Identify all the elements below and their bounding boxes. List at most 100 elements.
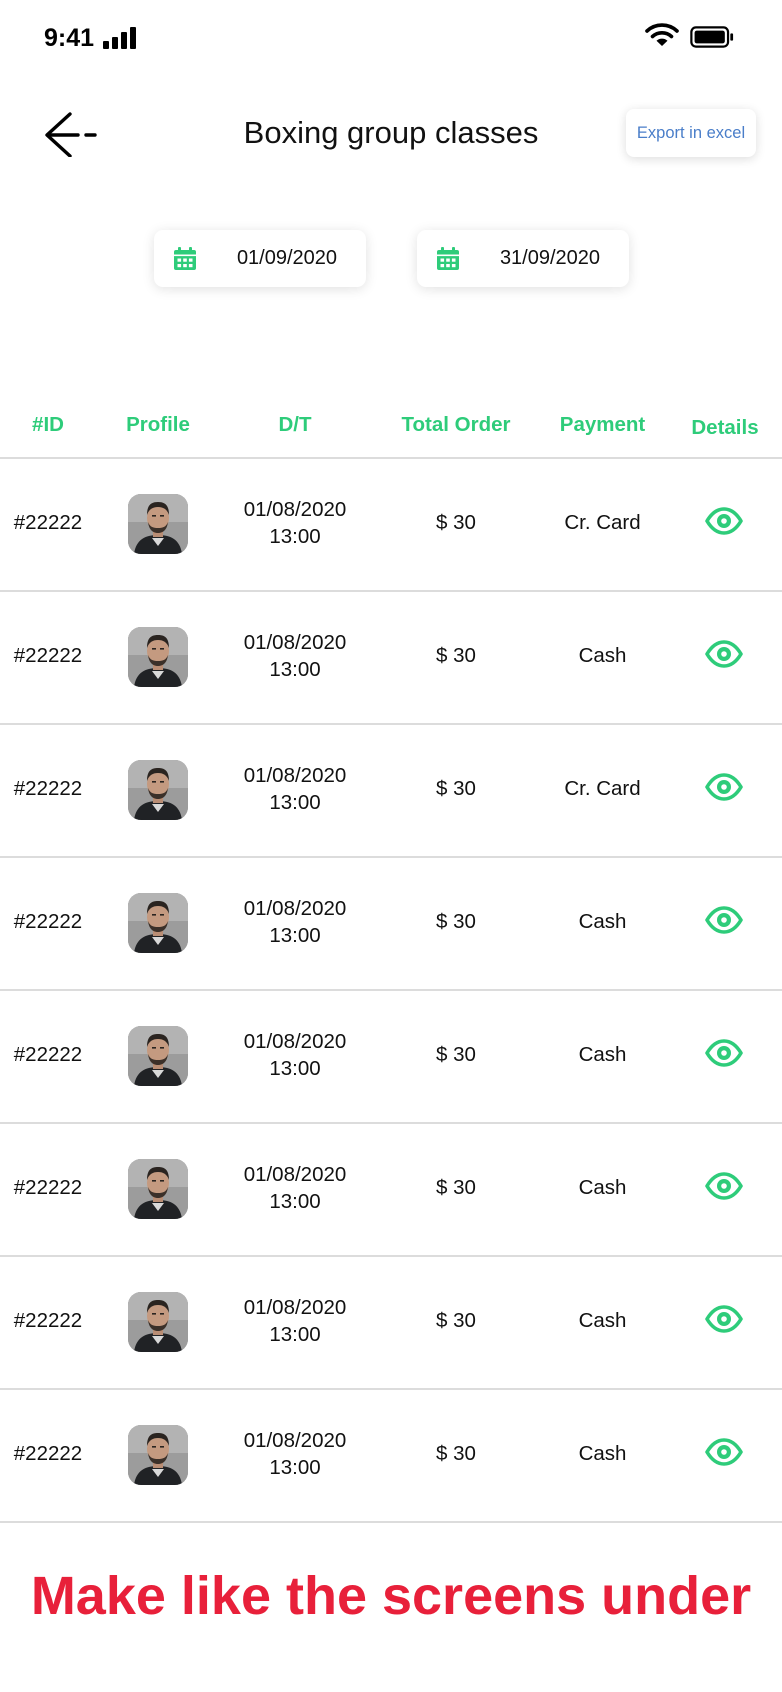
- avatar: [128, 1026, 188, 1086]
- avatar: [128, 494, 188, 554]
- view-details-button[interactable]: [705, 640, 743, 673]
- order-id: #22222: [13, 1043, 83, 1066]
- profile-photo: [128, 1292, 188, 1352]
- order-time: 13:00: [269, 924, 321, 947]
- order-total: $ 30: [436, 511, 476, 534]
- order-time: 13:00: [269, 525, 321, 548]
- eye-icon: [705, 1438, 743, 1466]
- avatar: [128, 760, 188, 820]
- order-date: 01/08/2020: [243, 1030, 347, 1053]
- table-row: #22222 01/08/2020 13:00 $ 30 Cash: [0, 592, 782, 725]
- order-total: $ 30: [436, 644, 476, 667]
- signal-icon: [103, 27, 137, 49]
- table-row: #22222 01/08/2020 13:00 $ 30 Cr. Card: [0, 725, 782, 858]
- column-header-profile: Profile: [126, 413, 190, 436]
- view-details-button[interactable]: [705, 773, 743, 806]
- order-total: $ 30: [436, 1043, 476, 1066]
- payment-method: Cash: [578, 1442, 627, 1465]
- order-datetime: 01/08/2020 13:00: [215, 629, 375, 683]
- order-total: $ 30: [436, 1442, 476, 1465]
- header: Boxing group classes Export in excel: [0, 95, 782, 175]
- payment-method: Cash: [578, 644, 627, 667]
- view-details-button[interactable]: [705, 507, 743, 540]
- order-datetime: 01/08/2020 13:00: [215, 1028, 375, 1082]
- eye-icon: [705, 1172, 743, 1200]
- profile-photo: [128, 760, 188, 820]
- order-time: 13:00: [269, 1323, 321, 1346]
- view-details-button[interactable]: [705, 1438, 743, 1471]
- table-header: #ID Profile D/T Total Order Payment Deta…: [0, 395, 782, 459]
- order-datetime: 01/08/2020 13:00: [215, 762, 375, 816]
- payment-method: Cr. Card: [564, 777, 641, 800]
- order-datetime: 01/08/2020 13:00: [215, 1427, 375, 1481]
- order-time: 13:00: [269, 1057, 321, 1080]
- order-datetime: 01/08/2020 13:00: [215, 1161, 375, 1215]
- start-date-text: 01/09/2020: [236, 247, 338, 269]
- order-date: 01/08/2020: [243, 498, 347, 521]
- eye-icon: [705, 1039, 743, 1067]
- profile-photo: [128, 1026, 188, 1086]
- order-date: 01/08/2020: [243, 764, 347, 787]
- eye-icon: [705, 1305, 743, 1333]
- payment-method: Cash: [578, 1043, 627, 1066]
- order-total: $ 30: [436, 910, 476, 933]
- order-id: #22222: [13, 777, 83, 800]
- table-row: #22222 01/08/2020 13:00 $ 30 Cash: [0, 991, 782, 1124]
- order-datetime: 01/08/2020 13:00: [215, 496, 375, 550]
- table-row: #22222 01/08/2020 13:00 $ 30 Cash: [0, 1390, 782, 1523]
- order-id: #22222: [13, 644, 83, 667]
- start-date-picker[interactable]: 01/09/2020: [154, 230, 366, 287]
- column-header-dt: D/T: [278, 413, 312, 436]
- payment-method: Cr. Card: [564, 511, 641, 534]
- view-details-button[interactable]: [705, 1039, 743, 1072]
- order-id: #22222: [13, 1309, 83, 1332]
- end-date-text: 31/09/2020: [499, 247, 601, 269]
- order-total: $ 30: [436, 1176, 476, 1199]
- wifi-icon: [645, 23, 679, 46]
- order-date: 01/08/2020: [243, 631, 347, 654]
- payment-method: Cash: [578, 1309, 627, 1332]
- footer-note: Make like the screens under: [30, 1566, 752, 1626]
- order-datetime: 01/08/2020 13:00: [215, 1294, 375, 1348]
- order-time: 13:00: [269, 1456, 321, 1479]
- order-date: 01/08/2020: [243, 1429, 347, 1452]
- avatar: [128, 627, 188, 687]
- table-row: #22222 01/08/2020 13:00 $ 30 Cash: [0, 1257, 782, 1390]
- column-header-total: Total Order: [401, 413, 511, 436]
- order-id: #22222: [13, 1442, 83, 1465]
- calendar-icon: [174, 247, 196, 270]
- order-total: $ 30: [436, 777, 476, 800]
- order-date: 01/08/2020: [243, 1296, 347, 1319]
- status-bar: 9:41: [0, 0, 782, 80]
- view-details-button[interactable]: [705, 1172, 743, 1205]
- orders-table: #ID Profile D/T Total Order Payment Deta…: [0, 395, 782, 1523]
- order-date: 01/08/2020: [243, 897, 347, 920]
- order-id: #22222: [13, 910, 83, 933]
- payment-method: Cash: [578, 910, 627, 933]
- payment-method: Cash: [578, 1176, 627, 1199]
- eye-icon: [705, 640, 743, 668]
- table-row: #22222 01/08/2020 13:00 $ 30 Cash: [0, 1124, 782, 1257]
- order-id: #22222: [13, 511, 83, 534]
- profile-photo: [128, 1425, 188, 1485]
- table-body: #22222 01/08/2020 13:00 $ 30 Cr. Card #2…: [0, 459, 782, 1523]
- column-header-id: #ID: [32, 413, 64, 436]
- end-date-picker[interactable]: 31/09/2020: [417, 230, 629, 287]
- column-header-payment: Payment: [559, 413, 646, 436]
- view-details-button[interactable]: [705, 1305, 743, 1338]
- order-time: 13:00: [269, 1190, 321, 1213]
- order-time: 13:00: [269, 658, 321, 681]
- table-row: #22222 01/08/2020 13:00 $ 30 Cr. Card: [0, 459, 782, 592]
- order-datetime: 01/08/2020 13:00: [215, 895, 375, 949]
- view-details-button[interactable]: [705, 906, 743, 939]
- battery-icon: [690, 26, 734, 48]
- avatar: [128, 1292, 188, 1352]
- eye-icon: [705, 773, 743, 801]
- table-row: #22222 01/08/2020 13:00 $ 30 Cash: [0, 858, 782, 991]
- eye-icon: [705, 906, 743, 934]
- profile-photo: [128, 893, 188, 953]
- export-excel-button[interactable]: Export in excel: [626, 109, 756, 157]
- order-time: 13:00: [269, 791, 321, 814]
- order-id: #22222: [13, 1176, 83, 1199]
- profile-photo: [128, 494, 188, 554]
